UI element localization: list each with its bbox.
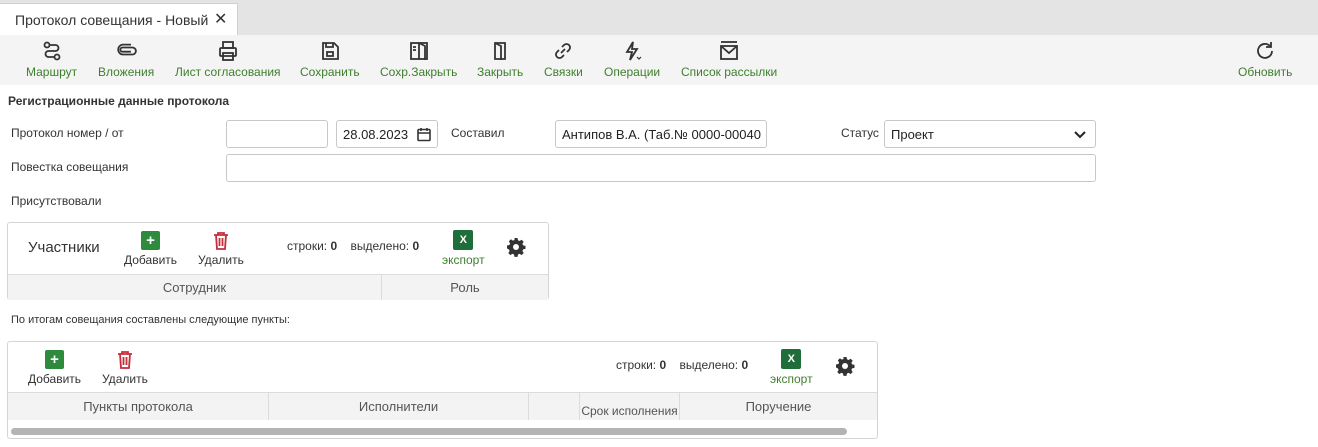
tab-title: Протокол совещания - Новый bbox=[15, 11, 209, 28]
route-icon bbox=[43, 41, 60, 61]
participants-title: Участники bbox=[28, 239, 100, 256]
number-input[interactable] bbox=[226, 120, 328, 148]
refresh-button[interactable]: Обновить bbox=[1238, 35, 1292, 85]
items-panel: + Добавить Удалить строки: 0 выделено: 0… bbox=[7, 341, 878, 439]
floppy-icon bbox=[321, 42, 339, 60]
section-title: Регистрационные данные протокола bbox=[8, 94, 230, 108]
column-header-deadline[interactable]: Срок исполнения bbox=[580, 393, 680, 420]
trash-icon bbox=[213, 232, 228, 250]
close-icon[interactable]: ✕ bbox=[214, 12, 227, 28]
refresh-icon bbox=[1257, 42, 1274, 59]
participants-stats: строки: 0 выделено: 0 bbox=[287, 239, 420, 253]
paperclip-icon bbox=[117, 43, 137, 56]
save-button[interactable]: Сохранить bbox=[300, 35, 360, 85]
participants-delete-button[interactable]: Удалить bbox=[198, 231, 244, 267]
items-add-button[interactable]: + Добавить bbox=[28, 350, 81, 386]
items-stats: строки: 0 выделено: 0 bbox=[616, 358, 749, 372]
items-export-button[interactable]: X экспорт bbox=[770, 349, 813, 386]
present-label: Присутствовали bbox=[11, 194, 102, 208]
gear-icon[interactable] bbox=[835, 356, 855, 376]
calendar-icon[interactable] bbox=[417, 127, 431, 142]
column-header-employee[interactable]: Сотрудник bbox=[8, 275, 382, 300]
date-input[interactable]: 28.08.2023 bbox=[336, 120, 438, 148]
participants-export-button[interactable]: X экспорт bbox=[442, 230, 485, 267]
operations-button[interactable]: Операции bbox=[604, 35, 660, 85]
author-label: Составил bbox=[451, 126, 505, 140]
door-icon bbox=[494, 42, 507, 60]
horizontal-scrollbar[interactable] bbox=[11, 428, 847, 435]
column-header-items[interactable]: Пункты протокола bbox=[8, 393, 269, 420]
participants-panel: Участники + Добавить Удалить строки: 0 в… bbox=[7, 222, 549, 300]
status-value: Проект bbox=[891, 126, 934, 142]
links-button[interactable]: Связки bbox=[544, 35, 583, 85]
save-close-button[interactable]: Сохр.Закрыть bbox=[380, 35, 457, 85]
tab-bar: Протокол совещания - Новый ✕ bbox=[0, 0, 1318, 35]
status-select[interactable]: Проект bbox=[884, 120, 1096, 148]
participants-grid-header: Сотрудник Роль bbox=[8, 274, 548, 300]
mail-list-icon bbox=[720, 41, 738, 60]
attachments-button[interactable]: Вложения bbox=[98, 35, 154, 85]
results-label: По итогам совещания составлены следующие… bbox=[11, 314, 290, 326]
trash-icon bbox=[117, 351, 132, 369]
printer-icon bbox=[218, 41, 237, 61]
route-button[interactable]: Маршрут bbox=[26, 35, 77, 85]
status-label: Статус bbox=[841, 126, 879, 140]
plus-icon: + bbox=[45, 350, 65, 369]
excel-icon: X bbox=[781, 349, 802, 369]
excel-icon: X bbox=[453, 230, 474, 250]
chevron-down-icon bbox=[1074, 131, 1086, 139]
items-delete-button[interactable]: Удалить bbox=[102, 350, 148, 386]
column-header-role[interactable]: Роль bbox=[382, 275, 548, 300]
participants-add-button[interactable]: + Добавить bbox=[124, 231, 177, 267]
column-header-executors[interactable]: Исполнители bbox=[269, 393, 529, 420]
close-button[interactable]: Закрыть bbox=[477, 35, 523, 85]
plus-icon: + bbox=[141, 231, 161, 250]
author-input[interactable]: Антипов В.А. (Таб.№ 0000-00040 bbox=[555, 120, 767, 148]
link-icon bbox=[555, 43, 572, 59]
agenda-input[interactable] bbox=[226, 154, 1096, 182]
gear-icon[interactable] bbox=[506, 237, 526, 257]
mailing-list-button[interactable]: Список рассылки bbox=[681, 35, 777, 85]
agenda-label: Повестка совещания bbox=[11, 160, 129, 174]
tab-protocol[interactable]: Протокол совещания - Новый ✕ bbox=[0, 3, 238, 35]
save-close-icon bbox=[409, 42, 428, 60]
lightning-icon bbox=[625, 41, 642, 61]
approval-sheet-button[interactable]: Лист согласования bbox=[175, 35, 281, 85]
items-grid-header: Пункты протокола Исполнители Срок исполн… bbox=[8, 392, 877, 420]
toolbar: Маршрут Вложения Лист согласования Сохра… bbox=[0, 35, 1318, 85]
number-label: Протокол номер / от bbox=[11, 126, 124, 140]
column-header-blank[interactable] bbox=[529, 393, 580, 420]
date-value: 28.08.2023 bbox=[343, 126, 409, 142]
column-header-assignment[interactable]: Поручение bbox=[680, 393, 877, 420]
